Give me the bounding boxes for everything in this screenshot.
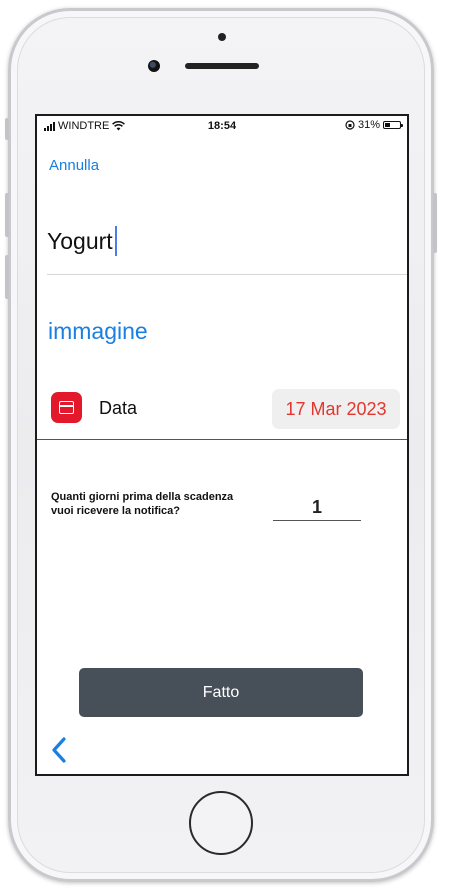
mute-switch [5,118,9,140]
image-button[interactable]: immagine [48,318,148,345]
cancel-button[interactable]: Annulla [49,157,99,174]
date-row: Data 17 Mar 2023 [37,389,407,433]
proximity-sensor [218,33,226,41]
calendar-icon [51,392,82,423]
home-button[interactable] [189,791,253,855]
front-camera [148,60,160,72]
item-name-value: Yogurt [47,227,113,254]
date-label: Data [99,398,138,418]
notification-question: Quanti giorni prima della scadenza vuoi … [51,490,261,518]
status-right: 31% [345,119,403,131]
volume-up-button [5,193,9,237]
divider [37,439,407,440]
done-button[interactable]: Fatto [79,668,363,717]
power-button [433,193,437,253]
item-name-field[interactable]: Yogurt [47,226,117,256]
status-bar: WINDTRE 18:54 31% [37,116,407,136]
question-line-1: Quanti giorni prima della scadenza [51,491,234,503]
date-picker-button[interactable]: 17 Mar 2023 [272,389,400,429]
chevron-left-icon[interactable] [49,736,69,764]
divider [47,274,407,275]
orientation-lock-icon [345,120,355,130]
earpiece-speaker [185,63,259,69]
battery-percent: 31% [357,119,380,131]
question-line-2: vuoi ricevere la notifica? [51,505,180,517]
days-before-input[interactable]: 1 [273,496,361,521]
volume-down-button [5,255,9,299]
phone-screen: WINDTRE 18:54 31% Annulla Yogurt immagin… [35,114,409,776]
battery-icon [383,121,403,129]
text-cursor [114,226,117,256]
